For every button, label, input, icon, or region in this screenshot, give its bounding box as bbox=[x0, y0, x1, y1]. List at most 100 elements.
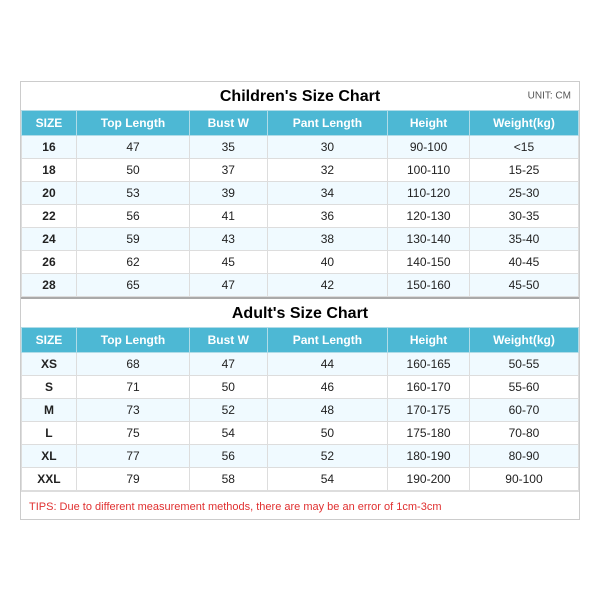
table-cell: 170-175 bbox=[388, 398, 470, 421]
table-cell: 52 bbox=[267, 444, 388, 467]
table-row: 20533934110-12025-30 bbox=[22, 181, 579, 204]
table-cell: 47 bbox=[76, 135, 189, 158]
table-cell: 39 bbox=[190, 181, 268, 204]
table-cell: 60-70 bbox=[469, 398, 578, 421]
table-cell: 55-60 bbox=[469, 375, 578, 398]
table-row: L755450175-18070-80 bbox=[22, 421, 579, 444]
table-cell: 160-170 bbox=[388, 375, 470, 398]
adult-chart-title: Adult's Size Chart bbox=[232, 305, 368, 322]
table-row: 1647353090-100<15 bbox=[22, 135, 579, 158]
table-cell: 26 bbox=[22, 250, 77, 273]
table-cell: 28 bbox=[22, 273, 77, 296]
table-cell: 34 bbox=[267, 181, 388, 204]
table-cell: 40-45 bbox=[469, 250, 578, 273]
table-cell: 110-120 bbox=[388, 181, 470, 204]
table-cell: 80-90 bbox=[469, 444, 578, 467]
table-cell: 77 bbox=[76, 444, 189, 467]
table-cell: 44 bbox=[267, 352, 388, 375]
size-chart-container: Children's Size Chart UNIT: CM SIZE Top … bbox=[20, 81, 580, 520]
table-cell: 35-40 bbox=[469, 227, 578, 250]
table-cell: 30-35 bbox=[469, 204, 578, 227]
table-cell: 56 bbox=[190, 444, 268, 467]
table-cell: S bbox=[22, 375, 77, 398]
table-cell: 45-50 bbox=[469, 273, 578, 296]
table-cell: 18 bbox=[22, 158, 77, 181]
table-cell: 150-160 bbox=[388, 273, 470, 296]
table-row: 22564136120-13030-35 bbox=[22, 204, 579, 227]
adult-header-row: SIZE Top Length Bust W Pant Length Heigh… bbox=[22, 327, 579, 352]
table-cell: 36 bbox=[267, 204, 388, 227]
children-table-header: SIZE Top Length Bust W Pant Length Heigh… bbox=[22, 110, 579, 135]
adult-col-bust-w: Bust W bbox=[190, 327, 268, 352]
table-cell: 50 bbox=[267, 421, 388, 444]
table-cell: 50-55 bbox=[469, 352, 578, 375]
table-cell: 50 bbox=[76, 158, 189, 181]
table-row: 28654742150-16045-50 bbox=[22, 273, 579, 296]
table-cell: 58 bbox=[190, 467, 268, 490]
table-cell: 46 bbox=[267, 375, 388, 398]
unit-label: UNIT: CM bbox=[528, 90, 571, 101]
table-cell: 120-130 bbox=[388, 204, 470, 227]
table-cell: 59 bbox=[76, 227, 189, 250]
adult-table-body: XS684744160-16550-55S715046160-17055-60M… bbox=[22, 352, 579, 490]
table-cell: 20 bbox=[22, 181, 77, 204]
adult-col-size: SIZE bbox=[22, 327, 77, 352]
table-cell: 24 bbox=[22, 227, 77, 250]
tips-text: TIPS: Due to different measurement metho… bbox=[29, 501, 441, 513]
table-cell: 140-150 bbox=[388, 250, 470, 273]
table-row: XL775652180-19080-90 bbox=[22, 444, 579, 467]
table-cell: 47 bbox=[190, 352, 268, 375]
table-row: XXL795854190-20090-100 bbox=[22, 467, 579, 490]
table-cell: 53 bbox=[76, 181, 189, 204]
table-row: S715046160-17055-60 bbox=[22, 375, 579, 398]
children-table-body: 1647353090-100<1518503732100-11015-25205… bbox=[22, 135, 579, 296]
table-cell: 190-200 bbox=[388, 467, 470, 490]
children-col-bust-w: Bust W bbox=[190, 110, 268, 135]
table-cell: 45 bbox=[190, 250, 268, 273]
table-cell: 47 bbox=[190, 273, 268, 296]
table-cell: 37 bbox=[190, 158, 268, 181]
table-cell: 42 bbox=[267, 273, 388, 296]
adult-title-row: Adult's Size Chart bbox=[21, 297, 579, 327]
table-cell: 65 bbox=[76, 273, 189, 296]
table-cell: 68 bbox=[76, 352, 189, 375]
table-cell: M bbox=[22, 398, 77, 421]
adult-col-top-length: Top Length bbox=[76, 327, 189, 352]
table-cell: XXL bbox=[22, 467, 77, 490]
table-cell: 71 bbox=[76, 375, 189, 398]
table-cell: 25-30 bbox=[469, 181, 578, 204]
table-cell: 130-140 bbox=[388, 227, 470, 250]
children-title-row: Children's Size Chart UNIT: CM bbox=[21, 82, 579, 110]
children-col-weight: Weight(kg) bbox=[469, 110, 578, 135]
table-cell: 22 bbox=[22, 204, 77, 227]
table-cell: 75 bbox=[76, 421, 189, 444]
table-cell: 100-110 bbox=[388, 158, 470, 181]
children-header-row: SIZE Top Length Bust W Pant Length Heigh… bbox=[22, 110, 579, 135]
table-cell: 48 bbox=[267, 398, 388, 421]
table-cell: 160-165 bbox=[388, 352, 470, 375]
table-cell: 54 bbox=[190, 421, 268, 444]
table-cell: 175-180 bbox=[388, 421, 470, 444]
table-cell: 41 bbox=[190, 204, 268, 227]
adult-col-height: Height bbox=[388, 327, 470, 352]
table-cell: 52 bbox=[190, 398, 268, 421]
table-cell: 70-80 bbox=[469, 421, 578, 444]
table-cell: 90-100 bbox=[388, 135, 470, 158]
table-cell: 30 bbox=[267, 135, 388, 158]
table-row: 24594338130-14035-40 bbox=[22, 227, 579, 250]
children-table: SIZE Top Length Bust W Pant Length Heigh… bbox=[21, 110, 579, 297]
table-cell: L bbox=[22, 421, 77, 444]
table-cell: 35 bbox=[190, 135, 268, 158]
adult-table: SIZE Top Length Bust W Pant Length Heigh… bbox=[21, 327, 579, 491]
table-cell: 38 bbox=[267, 227, 388, 250]
table-cell: 180-190 bbox=[388, 444, 470, 467]
table-row: 26624540140-15040-45 bbox=[22, 250, 579, 273]
table-cell: 50 bbox=[190, 375, 268, 398]
tips-row: TIPS: Due to different measurement metho… bbox=[21, 491, 579, 519]
children-col-top-length: Top Length bbox=[76, 110, 189, 135]
adult-col-weight: Weight(kg) bbox=[469, 327, 578, 352]
children-chart-title: Children's Size Chart bbox=[220, 88, 380, 105]
adult-col-pant-length: Pant Length bbox=[267, 327, 388, 352]
table-cell: 32 bbox=[267, 158, 388, 181]
adult-table-header: SIZE Top Length Bust W Pant Length Heigh… bbox=[22, 327, 579, 352]
